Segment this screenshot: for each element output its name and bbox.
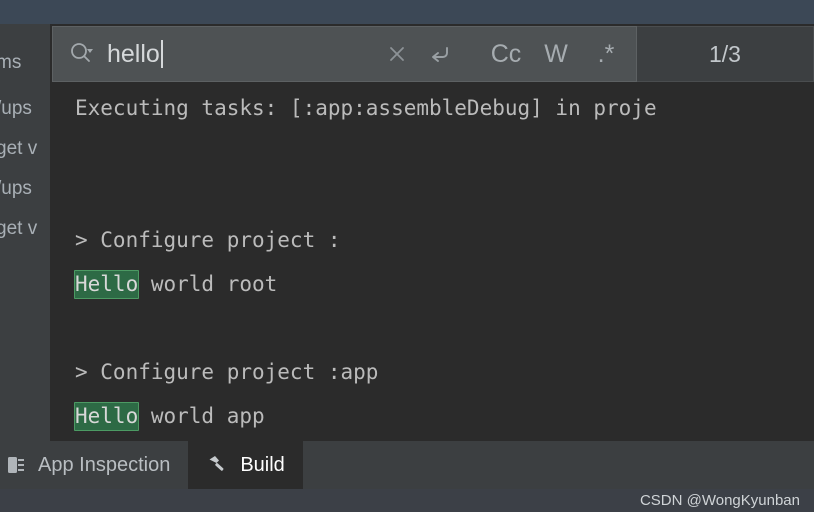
console-line: Hello world root bbox=[50, 262, 814, 306]
gutter-row: /ups bbox=[0, 178, 32, 199]
gutter-row: ms bbox=[0, 52, 22, 73]
console-text: world root bbox=[138, 272, 278, 296]
console-line: Executing tasks: [:app:assembleDebug] in… bbox=[50, 86, 814, 130]
new-line-icon[interactable] bbox=[419, 34, 459, 74]
console-line: > Configure project :app bbox=[50, 350, 814, 394]
whole-words-toggle[interactable]: W bbox=[532, 34, 580, 74]
search-field-actions[interactable]: Cc W .* bbox=[377, 34, 630, 74]
console-text: > Configure project :app bbox=[75, 360, 379, 384]
match-counter-label: 1/3 bbox=[709, 40, 741, 67]
search-match-highlight: Hello bbox=[74, 402, 140, 431]
text-caret bbox=[160, 40, 163, 68]
gutter-row: get v bbox=[0, 138, 38, 159]
watermark: CSDN @WongKyunban bbox=[639, 492, 800, 509]
console-text: world app bbox=[138, 404, 265, 428]
close-icon[interactable] bbox=[377, 34, 417, 74]
window-top-strip bbox=[0, 0, 814, 24]
regex-toggle[interactable]: .* bbox=[582, 34, 630, 74]
search-icon[interactable] bbox=[65, 37, 99, 71]
find-toolbar[interactable]: hello Cc W .* 1/3 bbox=[52, 26, 814, 82]
search-match-highlight: Hello bbox=[74, 270, 140, 299]
console-output: Executing tasks: [:app:assembleDebug] in… bbox=[50, 24, 814, 438]
search-input-wrap[interactable]: hello bbox=[99, 40, 377, 69]
console-text: Executing tasks: [:app:assembleDebug] in… bbox=[75, 96, 657, 120]
console-line: > Configure project : bbox=[50, 218, 814, 262]
match-case-toggle[interactable]: Cc bbox=[482, 34, 530, 74]
tab-build[interactable]: Build bbox=[188, 441, 303, 489]
search-input[interactable]: hello bbox=[107, 40, 160, 69]
console-text: > Configure project : bbox=[75, 228, 341, 252]
build-console-panel[interactable]: Executing tasks: [:app:assembleDebug] in… bbox=[50, 24, 814, 441]
match-counter: 1/3 bbox=[637, 26, 814, 82]
app-inspection-icon bbox=[4, 453, 28, 477]
hammer-icon bbox=[206, 453, 230, 477]
tab-label: Build bbox=[240, 453, 285, 476]
gutter-row: /ups bbox=[0, 98, 32, 119]
tab-label: App Inspection bbox=[38, 453, 171, 476]
tab-app-inspection[interactable]: App Inspection bbox=[0, 441, 188, 489]
tool-window-tabbar[interactable]: App Inspection Build bbox=[0, 441, 814, 489]
console-line: Hello world app bbox=[50, 394, 814, 438]
gutter-row: get v bbox=[0, 218, 38, 239]
search-field[interactable]: hello Cc W .* bbox=[52, 26, 637, 82]
left-gutter: ms/ups get v/ups get v bbox=[0, 24, 50, 441]
